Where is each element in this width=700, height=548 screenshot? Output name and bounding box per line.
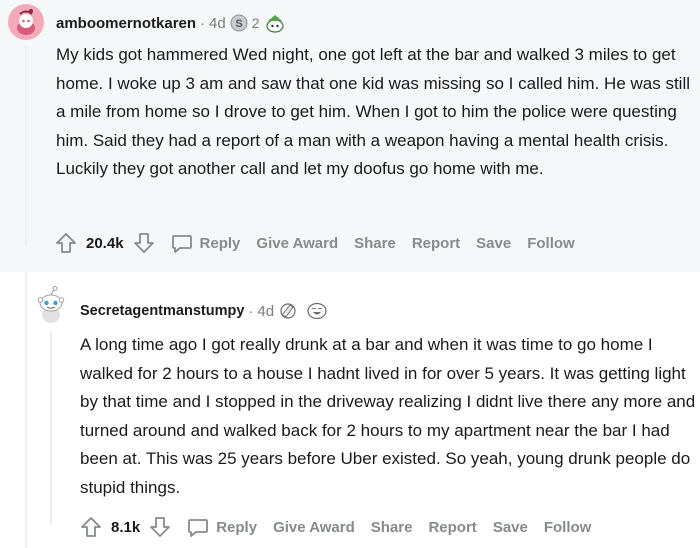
speech-bubble-icon [186,515,210,539]
give-award-button[interactable]: Give Award [273,519,355,536]
meta-separator: · [248,302,254,320]
username-link[interactable]: amboomernotkaren [56,15,196,32]
comment-parent: amboomernotkaren · 4d S 2 My kids got ha… [0,0,700,272]
thread-line[interactable] [25,46,27,246]
upvote-arrow-icon[interactable] [54,231,78,255]
meta-separator: · [200,14,206,32]
comment-meta: Secretagentmanstumpy · 4d [80,301,328,321]
parent-thread-line[interactable] [25,272,27,548]
vote-score: 20.4k [86,234,124,252]
share-button[interactable]: Share [354,235,396,252]
report-button[interactable]: Report [412,235,460,252]
reply-button[interactable]: Reply [170,231,241,255]
reply-label: Reply [216,518,258,536]
svg-text:S: S [235,18,242,30]
snoo-avatar-icon [17,9,35,35]
follow-button[interactable]: Follow [544,519,592,536]
downvote-arrow-icon[interactable] [132,231,156,255]
reply-button[interactable]: Reply [186,515,257,539]
comment-actions: 8.1k Reply Give Award Share Report Save … [79,515,591,539]
save-button[interactable]: Save [476,235,511,252]
username-link[interactable]: Secretagentmanstumpy [80,303,244,319]
award-count: 2 [251,15,260,31]
report-button[interactable]: Report [428,519,476,536]
silver-coin-award-icon[interactable]: S [230,14,248,32]
comment-meta: amboomernotkaren · 4d S 2 [56,13,286,33]
reply-label: Reply [199,234,241,252]
upvote-arrow-icon[interactable] [79,515,103,539]
facepalm-award-icon[interactable] [278,301,298,321]
comment-actions: 20.4k Reply Give Award Share Report Save… [54,231,575,255]
follow-button[interactable]: Follow [527,235,575,252]
share-button[interactable]: Share [371,519,413,536]
save-button[interactable]: Save [493,519,528,536]
speech-bubble-icon [170,231,194,255]
comment-body: A long time ago I got really drunk at a … [80,335,696,497]
helpful-award-icon[interactable] [264,13,286,33]
timestamp[interactable]: 4d [257,303,274,320]
avatar[interactable] [31,284,71,324]
thread-line[interactable] [50,330,52,526]
give-award-button[interactable]: Give Award [256,235,338,252]
laughing-award-icon[interactable] [306,301,328,321]
snoo-avatar-icon [37,286,65,323]
timestamp[interactable]: 4d [209,15,226,32]
comment-body: My kids got hammered Wed night, one got … [56,45,691,178]
vote-score: 8.1k [111,518,141,536]
avatar[interactable] [8,4,44,40]
downvote-arrow-icon[interactable] [148,515,172,539]
